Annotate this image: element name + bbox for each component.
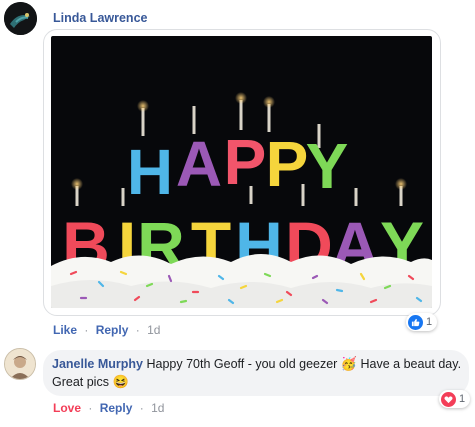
svg-text:P: P [224, 126, 267, 198]
avatar-image [5, 349, 35, 379]
like-link[interactable]: Like [53, 323, 77, 337]
comment-text: Happy 70th Geoff - you old geezer [146, 357, 338, 371]
comment-author-linda[interactable]: Linda Lawrence [53, 11, 147, 25]
comment2-bubble: Janelle Murphy Happy 70th Geoff - you ol… [43, 350, 469, 396]
separator: · [88, 401, 93, 415]
birthday-gif: H A P P Y B I R T H D A Y [51, 36, 432, 308]
comment-author-janelle[interactable]: Janelle Murphy [52, 357, 143, 371]
avatar-image [4, 2, 37, 35]
avatar-linda[interactable] [4, 2, 37, 35]
timestamp[interactable]: 1d [151, 401, 164, 415]
reply-link[interactable]: Reply [96, 323, 129, 337]
love-heart-icon [441, 391, 456, 407]
separator: · [139, 401, 144, 415]
comment1-reaction-count[interactable]: 1 [406, 313, 438, 331]
comment1-actions: Like · Reply · 1d [53, 323, 160, 337]
comment2-actions: Love · Reply · 1d [53, 401, 164, 415]
avatar-janelle[interactable] [4, 348, 36, 380]
svg-text:Y: Y [306, 130, 349, 202]
gif-letter: H [127, 136, 173, 208]
reaction-count-text: 1 [426, 316, 433, 328]
gif-attachment[interactable]: H A P P Y B I R T H D A Y [43, 29, 441, 316]
svg-text:P: P [266, 128, 309, 200]
comment2-reaction-count[interactable]: 1 [439, 390, 471, 408]
laughing-emoji-icon: 😆 [112, 374, 129, 389]
reaction-count-text: 1 [459, 393, 466, 405]
partying-face-emoji-icon: 🥳 [340, 356, 358, 371]
separator: · [135, 323, 140, 337]
reply-link[interactable]: Reply [100, 401, 133, 415]
comment2-body: Janelle Murphy Happy 70th Geoff - you ol… [52, 355, 462, 391]
love-link[interactable]: Love [53, 401, 81, 415]
timestamp[interactable]: 1d [147, 323, 160, 337]
birthday-candles-image: H A P P Y B I R T H D A Y [51, 36, 432, 308]
separator: · [84, 323, 89, 337]
like-thumb-icon [408, 314, 423, 330]
svg-text:A: A [176, 128, 222, 200]
